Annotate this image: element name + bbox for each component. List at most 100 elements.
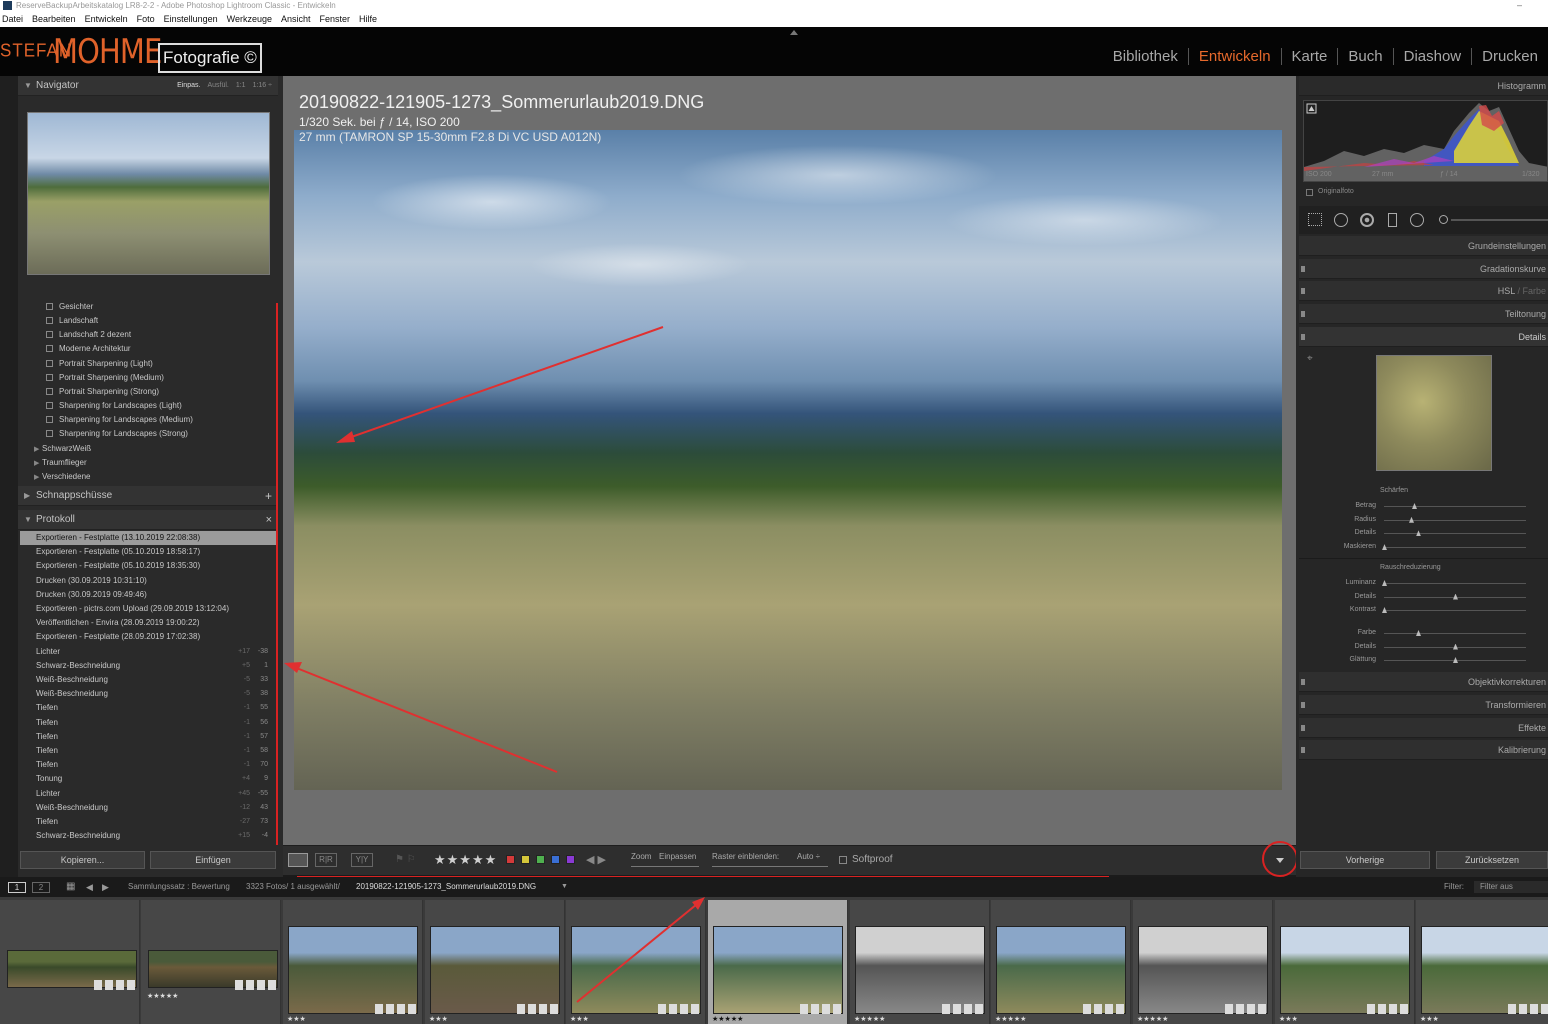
menu-ansicht[interactable]: Ansicht [281, 11, 311, 27]
zoom-fit[interactable]: Einpas. [177, 82, 200, 89]
snapshots-header[interactable]: ▶ Schnappschüsse + [18, 486, 278, 506]
section-effekte[interactable]: Effekte [1299, 718, 1548, 738]
history-item[interactable]: Drucken (30.09.2019 10:31:10) [20, 574, 276, 588]
zoom-slider[interactable] [631, 866, 699, 867]
menu-werkzeuge[interactable]: Werkzeuge [227, 11, 272, 27]
preset-folder[interactable]: ▶ SchwarzWeiß [34, 442, 91, 456]
spot-removal-icon[interactable] [1334, 213, 1348, 227]
filmstrip-thumbnail[interactable] [1421, 926, 1548, 1014]
slider-track[interactable] [1384, 547, 1526, 549]
zoom-fill[interactable]: Ausfül. [207, 82, 228, 89]
label-red[interactable] [506, 855, 515, 864]
history-item[interactable]: Lichter +45 -55 [20, 787, 276, 801]
clear-history-icon[interactable]: × [266, 510, 272, 530]
filmstrip-thumbnail[interactable] [1280, 926, 1410, 1014]
module-entwickeln[interactable]: Entwickeln [1189, 48, 1282, 65]
rating-stars[interactable]: ★★★★★ [434, 852, 497, 868]
adjustment-brush-icon[interactable] [1439, 215, 1448, 224]
slider-track[interactable] [1384, 506, 1526, 507]
preset-item[interactable]: Sharpening for Landscapes (Light) [46, 399, 182, 413]
tool-slider[interactable] [1451, 219, 1548, 221]
menu-hilfe[interactable]: Hilfe [359, 11, 377, 27]
panel-switch-icon[interactable] [1301, 725, 1305, 731]
preset-item[interactable]: Gesichter [46, 300, 93, 314]
section-details[interactable]: Details [1299, 327, 1548, 347]
graduated-filter-icon[interactable] [1388, 213, 1397, 227]
preset-item[interactable]: Sharpening for Landscapes (Medium) [46, 413, 193, 427]
menu-entwickeln[interactable]: Entwickeln [85, 11, 128, 27]
copy-button[interactable]: Kopieren... [20, 851, 145, 869]
module-drucken[interactable]: Drucken [1472, 48, 1548, 65]
reset-button[interactable]: Zurücksetzen [1436, 851, 1548, 869]
history-item[interactable]: Tiefen -1 70 [20, 758, 276, 772]
menu-fenster[interactable]: Fenster [320, 11, 351, 27]
section-objektivkorrekturen[interactable]: Objektivkorrekturen [1299, 672, 1548, 692]
history-item[interactable]: Exportieren - pictrs.com Upload (29.09.2… [20, 602, 276, 616]
forward-arrow-icon[interactable]: ▶ [102, 877, 109, 897]
menu-einstellungen[interactable]: Einstellungen [164, 11, 218, 27]
history-item[interactable]: Tiefen -1 58 [20, 744, 276, 758]
filmstrip-thumbnail[interactable] [855, 926, 985, 1014]
window-2-button[interactable]: 2 [32, 882, 50, 893]
minimize-icon[interactable]: – [1517, 0, 1542, 10]
history-item[interactable]: Exportieren - Festplatte (05.10.2019 18:… [20, 545, 276, 559]
add-snapshot-icon[interactable]: + [265, 486, 272, 506]
raster-slider[interactable] [712, 866, 828, 867]
menu-foto[interactable]: Foto [137, 11, 155, 27]
preset-folder[interactable]: ▶ Traumflieger [34, 456, 87, 470]
collapse-triangle-icon[interactable]: ▶ [24, 486, 30, 506]
slider-track[interactable] [1384, 533, 1526, 535]
panel-switch-icon[interactable] [1301, 266, 1305, 272]
filmstrip-thumbnail[interactable] [571, 926, 701, 1014]
history-header[interactable]: ▼ Protokoll × [18, 510, 278, 530]
preset-item[interactable]: Sharpening for Landscapes (Strong) [46, 427, 188, 441]
module-buch[interactable]: Buch [1338, 48, 1394, 65]
preset-item[interactable]: Landschaft 2 dezent [46, 328, 131, 342]
history-item[interactable]: Drucken (30.09.2019 09:49:46) [20, 588, 276, 602]
label-blue[interactable] [551, 855, 560, 864]
selected-filename[interactable]: 20190822-121905-1273_Sommerurlaub2019.DN… [356, 877, 536, 897]
history-item[interactable]: Tiefen -27 73 [20, 815, 276, 829]
module-karte[interactable]: Karte [1282, 48, 1339, 65]
section-grundeinstellungen[interactable]: Grundeinstellungen [1299, 236, 1548, 256]
section-kalibrierung[interactable]: Kalibrierung [1299, 740, 1548, 760]
filmstrip-thumbnail[interactable] [996, 926, 1126, 1014]
zoom-custom[interactable]: 1:16 ÷ [253, 82, 272, 89]
histogram[interactable] [1303, 100, 1548, 182]
history-item[interactable]: Lichter +17 -38 [20, 645, 276, 659]
original-photo-checkbox[interactable] [1306, 189, 1313, 196]
preset-folder[interactable]: ▶ Verschiedene [34, 470, 90, 484]
menu-datei[interactable]: Datei [2, 11, 23, 27]
section-gradationskurve[interactable]: Gradationskurve [1299, 259, 1548, 279]
preset-item[interactable]: Portrait Sharpening (Strong) [46, 385, 159, 399]
preset-item[interactable]: Portrait Sharpening (Light) [46, 357, 153, 371]
flag-icons[interactable]: ⚑ ⚐ [395, 854, 416, 865]
history-item[interactable]: Schwarz-Beschneidung +5 1 [20, 659, 276, 673]
section-transformieren[interactable]: Transformieren [1299, 695, 1548, 715]
collapse-triangle-icon[interactable]: ▼ [24, 76, 32, 96]
history-item[interactable]: Exportieren - Festplatte (13.10.2019 22:… [20, 531, 276, 546]
panel-switch-icon[interactable] [1301, 288, 1305, 294]
panel-switch-icon[interactable] [1301, 311, 1305, 317]
filmstrip-thumbnail[interactable] [430, 926, 560, 1014]
history-item[interactable]: Schwarz-Beschneidung +15 -4 [20, 829, 276, 843]
history-item[interactable]: Tiefen -1 57 [20, 730, 276, 744]
raster-dropdown[interactable]: Auto ÷ [797, 852, 820, 861]
source-dropdown-icon[interactable]: ▼ [561, 877, 568, 897]
navigator-header[interactable]: ▼ Navigator Einpas. Ausfül. 1:1 1:16 ÷ [18, 76, 278, 96]
preset-item[interactable]: Landschaft [46, 314, 98, 328]
collapse-triangle-icon[interactable]: ▼ [24, 510, 32, 530]
slider-track[interactable] [1384, 583, 1526, 584]
panel-switch-icon[interactable] [1301, 334, 1305, 340]
zoom-1-1[interactable]: 1:1 [236, 82, 246, 89]
panel-switch-icon[interactable] [1301, 679, 1305, 685]
before-after-icon[interactable]: R|R [315, 853, 337, 867]
preset-item[interactable]: Portrait Sharpening (Medium) [46, 371, 164, 385]
crop-tool-icon[interactable] [1308, 213, 1322, 226]
panel-switch-icon[interactable] [1301, 747, 1305, 753]
module-diashow[interactable]: Diashow [1394, 48, 1473, 65]
zoom-value[interactable]: Einpassen [659, 852, 696, 861]
slider-track[interactable] [1384, 519, 1526, 521]
collapse-top-panel-icon[interactable] [790, 30, 798, 35]
preset-item[interactable]: Moderne Architektur [46, 342, 131, 356]
